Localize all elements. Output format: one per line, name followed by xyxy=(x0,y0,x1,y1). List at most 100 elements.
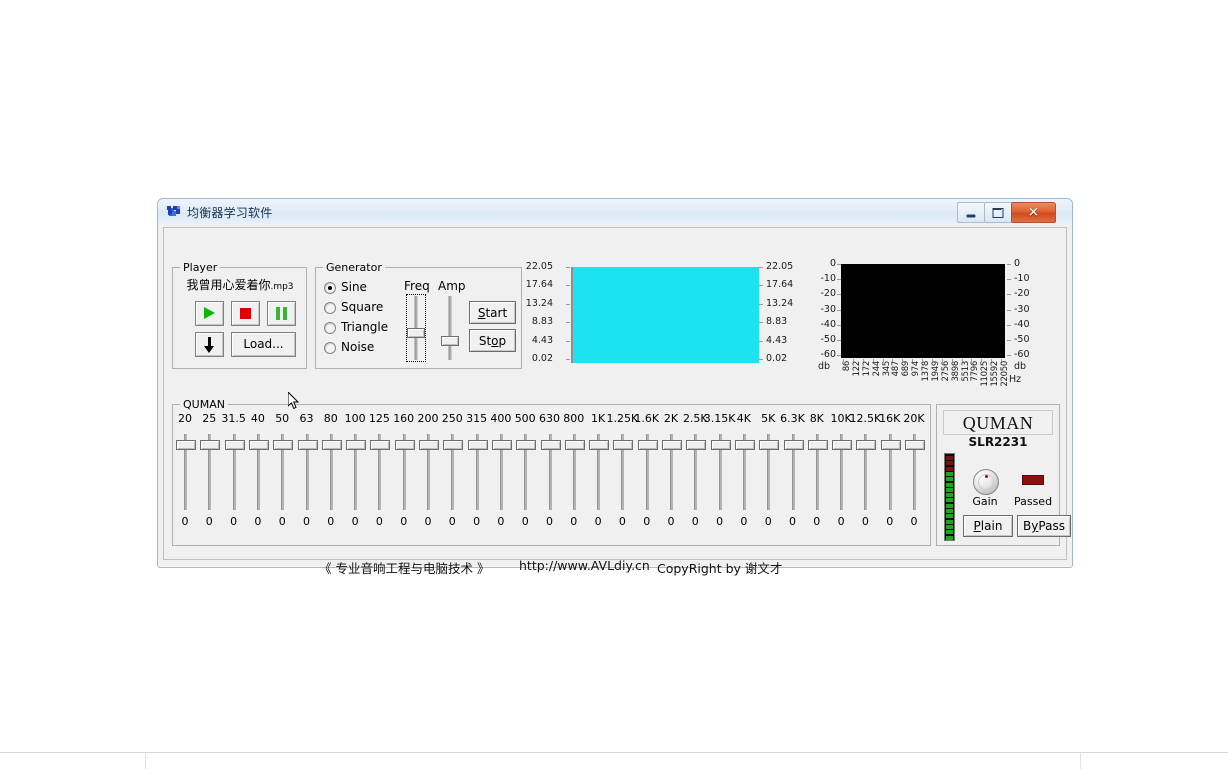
spectrum-right-tick: -20 xyxy=(1014,288,1030,300)
spectrum-screen[interactable] xyxy=(841,264,1005,358)
eq-band-slider[interactable] xyxy=(199,434,221,510)
download-button[interactable] xyxy=(195,332,224,357)
eq-band-value: 0 xyxy=(327,515,335,528)
eq-band-slider-thumb[interactable] xyxy=(467,440,488,450)
pause-button[interactable] xyxy=(267,301,296,326)
eq-band-slider[interactable] xyxy=(710,434,731,510)
eq-band-slider[interactable] xyxy=(564,434,585,510)
eq-band-slider[interactable] xyxy=(612,434,634,510)
freq-slider-thumb[interactable] xyxy=(407,328,425,339)
maximize-button[interactable] xyxy=(984,202,1012,223)
eq-band-slider-thumb[interactable] xyxy=(856,440,877,450)
eq-band-slider[interactable] xyxy=(540,434,561,510)
eq-band-slider-thumb[interactable] xyxy=(710,440,731,450)
eq-band-slider-thumb[interactable] xyxy=(686,440,707,450)
generator-stop-button[interactable]: St o p xyxy=(469,329,516,352)
eq-band-slider[interactable] xyxy=(491,434,512,510)
eq-band-slider-thumb[interactable] xyxy=(176,440,196,450)
bypass-button[interactable]: By Pass xyxy=(1017,515,1071,537)
eq-band-slider[interactable] xyxy=(637,434,658,510)
footer-url[interactable]: http://www.AVLdiy.cn xyxy=(519,558,650,573)
eq-band-slider-thumb[interactable] xyxy=(370,440,391,450)
eq-band-slider[interactable] xyxy=(588,434,610,510)
eq-band-slider-thumb[interactable] xyxy=(200,440,221,450)
eq-band-slider[interactable] xyxy=(515,434,537,510)
eq-band-slider-thumb[interactable] xyxy=(346,440,367,450)
amp-slider-label: Amp xyxy=(438,279,466,293)
title-bar[interactable]: 均衡器学习软件 ✕ xyxy=(158,199,1072,225)
eq-band-slider[interactable] xyxy=(248,434,269,510)
led-meter-segment xyxy=(946,471,953,476)
led-meter-segment xyxy=(946,530,953,535)
eq-band-slider[interactable] xyxy=(904,434,925,510)
eq-band-slider[interactable] xyxy=(783,434,804,510)
eq-band-slider[interactable] xyxy=(297,434,318,510)
eq-band-slider[interactable] xyxy=(855,434,877,510)
eq-band-slider[interactable] xyxy=(442,434,464,510)
eq-band-slider-thumb[interactable] xyxy=(905,440,925,450)
eq-band-slider-thumb[interactable] xyxy=(297,440,318,450)
play-button[interactable] xyxy=(195,301,224,326)
plain-button[interactable]: Plain xyxy=(963,515,1013,537)
radio-triangle-dot xyxy=(324,322,336,334)
eq-band-slider-thumb[interactable] xyxy=(248,440,269,450)
eq-band-slider-thumb[interactable] xyxy=(443,440,464,450)
eq-band-slider-thumb[interactable] xyxy=(637,440,658,450)
eq-band-slider[interactable] xyxy=(734,434,755,510)
oscilloscope-screen[interactable] xyxy=(571,267,759,363)
device-model: SLR2231 xyxy=(968,435,1028,449)
eq-band-slider-thumb[interactable] xyxy=(419,440,439,450)
eq-band-slider[interactable] xyxy=(467,434,488,510)
eq-band-slider[interactable] xyxy=(758,434,780,510)
eq-band-slider[interactable] xyxy=(321,434,342,510)
eq-band-slider-thumb[interactable] xyxy=(807,440,828,450)
eq-band-slider-thumb[interactable] xyxy=(734,440,755,450)
radio-square-dot xyxy=(324,302,336,314)
eq-band-slider-thumb[interactable] xyxy=(394,440,415,450)
scope-right-tick: 13.24 xyxy=(766,297,794,309)
stop-button[interactable] xyxy=(231,301,260,326)
amp-slider-thumb[interactable] xyxy=(441,336,459,347)
eq-band-slider-thumb[interactable] xyxy=(273,440,294,450)
generator-start-button[interactable]: Start xyxy=(469,301,516,324)
eq-band-slider-thumb[interactable] xyxy=(540,440,561,450)
eq-band-slider[interactable] xyxy=(394,434,415,510)
eq-band-slider[interactable] xyxy=(418,434,439,510)
minimize-button[interactable] xyxy=(957,202,985,223)
eq-band-slider-thumb[interactable] xyxy=(516,440,537,450)
eq-band-slider[interactable] xyxy=(807,434,828,510)
spectrum-freq-tick: 15592 xyxy=(990,361,1001,387)
eq-band-slider-thumb[interactable] xyxy=(613,440,634,450)
freq-slider[interactable] xyxy=(406,294,426,362)
close-button[interactable]: ✕ xyxy=(1011,202,1056,223)
eq-band-slider[interactable] xyxy=(831,434,853,510)
eq-band-slider-thumb[interactable] xyxy=(759,440,780,450)
eq-band-slider[interactable] xyxy=(345,434,367,510)
eq-band-slider[interactable] xyxy=(272,434,294,510)
load-button[interactable]: Load... xyxy=(231,332,296,357)
eq-band-slider-thumb[interactable] xyxy=(783,440,804,450)
amp-slider[interactable] xyxy=(441,296,459,360)
spectrum-freq-tick: 1949 xyxy=(930,361,941,382)
spectrum-right-tickmark xyxy=(1007,324,1011,326)
scope-left-tickmark xyxy=(566,359,570,360)
eq-band-value: 0 xyxy=(740,515,748,528)
eq-band-slider-thumb[interactable] xyxy=(662,440,682,450)
eq-band-slider[interactable] xyxy=(224,434,245,510)
eq-band-slider[interactable] xyxy=(685,434,707,510)
eq-band-slider-thumb[interactable] xyxy=(564,440,585,450)
spectrum-left-tick: -40 xyxy=(820,318,836,330)
led-meter-segment xyxy=(946,535,953,540)
eq-band-slider-thumb[interactable] xyxy=(491,440,512,450)
eq-band-slider[interactable] xyxy=(175,434,196,510)
eq-band-slider[interactable] xyxy=(369,434,391,510)
eq-band-slider-thumb[interactable] xyxy=(880,440,901,450)
eq-band-slider-thumb[interactable] xyxy=(832,440,853,450)
eq-band-slider[interactable] xyxy=(661,434,682,510)
eq-band-slider-thumb[interactable] xyxy=(589,440,610,450)
eq-band-slider-thumb[interactable] xyxy=(224,440,245,450)
spectrum-left-tickmark xyxy=(837,279,841,281)
gain-knob[interactable] xyxy=(973,469,999,495)
eq-band-slider-thumb[interactable] xyxy=(321,440,342,450)
eq-band-slider[interactable] xyxy=(880,434,901,510)
